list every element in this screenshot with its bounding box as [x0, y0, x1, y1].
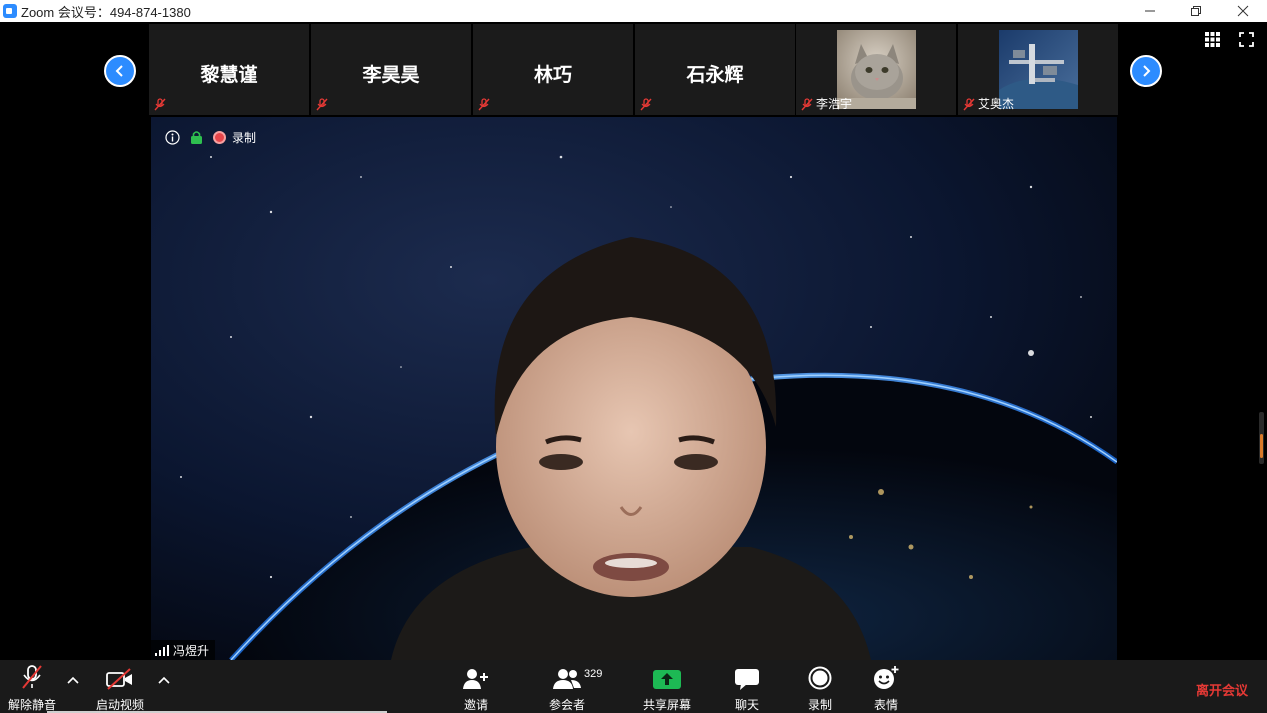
video-options-chevron-up-icon[interactable]: [158, 676, 170, 684]
fullscreen-icon: [1239, 32, 1254, 47]
recording-label: 录制: [232, 131, 257, 145]
chevron-left-icon: [115, 65, 123, 77]
meeting-toolbar: 解除静音 启动视频 邀请 参会者 329 共享屏幕 聊天 录制 表情 离开会议: [0, 660, 1267, 713]
mic-muted-icon: [478, 98, 490, 111]
reactions-label: 表情: [873, 698, 898, 712]
share-screen-icon: [653, 670, 681, 689]
participant-name: 林巧: [533, 65, 572, 86]
participants-count: 329: [584, 668, 603, 680]
minimize-icon: [1145, 10, 1155, 12]
participant-strip: 黎慧谨 李昊昊 林巧 石永辉 李浩宇 艾奥杰: [0, 22, 1267, 117]
chevron-right-icon: [1143, 65, 1151, 77]
lock-icon[interactable]: [190, 130, 203, 145]
unmute-button[interactable]: 解除静音: [4, 660, 60, 713]
speaker-video-frame: [151, 117, 1117, 660]
recording-dot-icon: [213, 131, 226, 144]
invite-label: 邀请: [463, 698, 488, 712]
participant-tile[interactable]: 林巧: [473, 24, 633, 115]
participant-tile[interactable]: 艾奥杰: [958, 24, 1118, 115]
restore-button[interactable]: [1173, 0, 1219, 22]
strip-prev-button[interactable]: [104, 55, 136, 87]
leave-meeting-button[interactable]: 离开会议: [1196, 680, 1248, 699]
recording-indicator[interactable]: 录制: [213, 129, 256, 146]
mic-muted-icon: [22, 665, 42, 689]
chat-button[interactable]: 聊天: [730, 660, 764, 713]
mic-muted-icon: [801, 98, 813, 111]
mic-muted-icon: [640, 98, 652, 111]
signal-bars-icon: [155, 644, 169, 656]
title-bar: Zoom 会议号：494-874-1380: [0, 0, 1267, 22]
participant-name: 黎慧谨: [200, 65, 258, 86]
share-screen-label: 共享屏幕: [642, 698, 691, 712]
mic-muted-icon: [963, 98, 975, 111]
record-label: 录制: [807, 698, 832, 712]
invite-button[interactable]: 邀请: [456, 660, 496, 713]
add-user-icon: [463, 669, 488, 689]
video-off-icon: [106, 668, 132, 690]
active-speaker-video: 录制 冯煜升: [151, 117, 1117, 660]
reactions-icon: [874, 666, 899, 689]
record-button[interactable]: 录制: [803, 660, 837, 713]
participant-tile[interactable]: 石永辉: [635, 24, 795, 115]
speaker-name-tag: 冯煜升: [151, 640, 216, 660]
participants-icon: [553, 669, 581, 689]
meeting-info-overlay: 录制: [165, 129, 256, 146]
strip-next-button[interactable]: [1130, 55, 1162, 87]
zoom-app-icon: [3, 4, 17, 18]
participant-name: 石永辉: [686, 65, 744, 86]
minimize-button[interactable]: [1127, 0, 1173, 22]
gallery-view-button[interactable]: [1205, 32, 1220, 52]
participant-tile[interactable]: 李浩宇: [796, 24, 956, 115]
participants-label: 参会者: [548, 698, 585, 712]
side-scroll-indicator[interactable]: [1259, 412, 1264, 464]
record-icon: [808, 666, 832, 690]
mic-muted-icon: [154, 98, 166, 111]
close-button[interactable]: [1220, 0, 1266, 22]
info-icon[interactable]: [165, 130, 180, 145]
chat-icon: [735, 669, 759, 690]
close-icon: [1237, 5, 1249, 17]
chat-label: 聊天: [734, 698, 759, 712]
participant-name: 李昊昊: [362, 65, 420, 86]
participant-name: 李浩宇: [816, 97, 853, 111]
participant-tile[interactable]: 黎慧谨: [149, 24, 309, 115]
share-screen-button[interactable]: 共享屏幕: [640, 660, 694, 713]
participant-name: 艾奥杰: [978, 97, 1015, 111]
speaker-name: 冯煜升: [173, 643, 210, 658]
start-video-button[interactable]: 启动视频: [92, 660, 148, 713]
window-title: Zoom 会议号：494-874-1380: [21, 4, 191, 20]
mic-muted-icon: [316, 98, 328, 111]
participant-tile[interactable]: 李昊昊: [311, 24, 471, 115]
reactions-button[interactable]: 表情: [869, 660, 903, 713]
grid-icon: [1205, 32, 1220, 47]
audio-options-chevron-up-icon[interactable]: [67, 676, 79, 684]
fullscreen-button[interactable]: [1239, 32, 1254, 52]
restore-icon: [1191, 6, 1201, 16]
